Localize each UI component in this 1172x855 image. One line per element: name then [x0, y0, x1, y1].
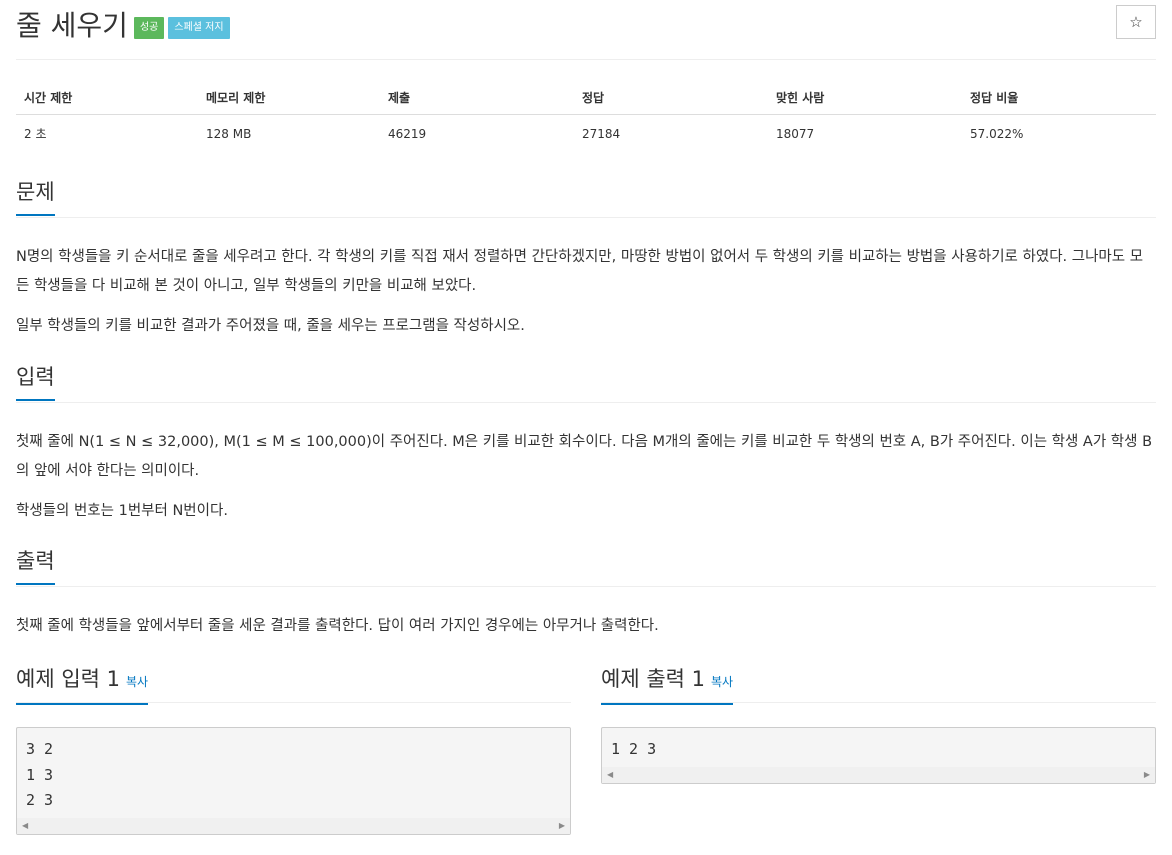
special-judge-badge: 스페셜 저지	[168, 17, 230, 39]
sample-output-heading: 예제 출력 1 복사	[601, 664, 734, 705]
input-paragraph-1: 첫째 줄에 N(1 ≤ N ≤ 32,000), M(1 ≤ M ≤ 100,0…	[16, 434, 1153, 479]
scroll-right-icon[interactable]: ▶	[1144, 770, 1150, 779]
header-accepted: 정답	[574, 78, 768, 115]
success-badge: 성공	[133, 17, 165, 39]
header-accept-ratio: 정답 비율	[962, 78, 1156, 115]
table-row: 2 초 128 MB 46219 27184 18077 57.022%	[16, 115, 1156, 153]
problem-info-table: 시간 제한 메모리 제한 제출 정답 맞힌 사람 정답 비율 2 초 128 M…	[16, 78, 1156, 152]
sample-input-box: 3 2 1 3 2 3 ◀ ▶	[16, 727, 571, 835]
problem-section: 문제 N명의 학생들을 키 순서대로 줄을 세우려고 한다. 각 학생의 키를 …	[16, 176, 1156, 341]
header-time-limit: 시간 제한	[16, 78, 198, 115]
problem-paragraph-2: 일부 학생들의 키를 비교한 결과가 주어졌을 때, 줄을 세우는 프로그램을 …	[16, 318, 525, 334]
sample-output-box: 1 2 3 ◀ ▶	[601, 727, 1156, 784]
output-headline: 출력	[16, 545, 1156, 587]
scroll-left-icon[interactable]: ◀	[607, 770, 613, 779]
scroll-left-icon[interactable]: ◀	[22, 821, 28, 830]
header-solved-users: 맞힌 사람	[768, 78, 962, 115]
sample-output-copy-link[interactable]: 복사	[711, 675, 733, 689]
solved-users-value: 18077	[776, 126, 815, 141]
output-paragraph-1: 첫째 줄에 학생들을 앞에서부터 줄을 세운 결과를 출력한다. 답이 여러 가…	[16, 618, 659, 634]
sample-input-text: 3 2 1 3 2 3	[26, 740, 54, 809]
sample-input-headline: 예제 입력 1 복사	[16, 664, 571, 705]
sample-input-column: 예제 입력 1 복사 3 2 1 3 2 3 ◀ ▶	[16, 664, 571, 835]
input-headline: 입력	[16, 361, 1156, 403]
output-heading: 출력	[16, 547, 55, 585]
sample-output-text: 1 2 3	[611, 740, 657, 758]
problem-headline: 문제	[16, 176, 1156, 218]
input-heading: 입력	[16, 363, 55, 401]
problem-paragraph-1: N명의 학생들을 키 순서대로 줄을 세우려고 한다. 각 학생의 키를 직접 …	[16, 249, 1144, 294]
favorite-star-button[interactable]: ☆	[1116, 5, 1156, 39]
submissions-value: 46219	[388, 126, 427, 141]
accepted-value: 27184	[582, 126, 621, 141]
sample-output-scrollbar[interactable]: ◀ ▶	[602, 766, 1155, 783]
page-title: 줄 세우기	[16, 9, 128, 42]
sample-output-title: 예제 출력 1	[601, 667, 705, 691]
sample-output-headline: 예제 출력 1 복사	[601, 664, 1156, 705]
header-submissions: 제출	[380, 78, 574, 115]
input-section: 입력 첫째 줄에 N(1 ≤ N ≤ 32,000), M(1 ≤ M ≤ 10…	[16, 361, 1156, 526]
sample-output-column: 예제 출력 1 복사 1 2 3 ◀ ▶	[601, 664, 1156, 784]
input-paragraph-2: 학생들의 번호는 1번부터 N번이다.	[16, 503, 228, 519]
problem-heading: 문제	[16, 178, 55, 216]
output-section: 출력 첫째 줄에 학생들을 앞에서부터 줄을 세운 결과를 출력한다. 답이 여…	[16, 545, 1156, 641]
divider	[16, 59, 1156, 60]
memory-limit-value: 128 MB	[206, 126, 252, 141]
accept-ratio-value: 57.022%	[970, 126, 1024, 141]
table-header-row: 시간 제한 메모리 제한 제출 정답 맞힌 사람 정답 비율	[16, 78, 1156, 115]
sample-input-copy-link[interactable]: 복사	[126, 675, 148, 689]
scroll-right-icon[interactable]: ▶	[559, 821, 565, 830]
star-icon: ☆	[1129, 13, 1143, 31]
time-limit-value: 2 초	[24, 127, 47, 141]
sample-input-scrollbar[interactable]: ◀ ▶	[17, 817, 570, 834]
sample-input-title: 예제 입력 1	[16, 667, 120, 691]
header-memory-limit: 메모리 제한	[198, 78, 380, 115]
title-row: 줄 세우기 성공 스페셜 저지	[16, 4, 230, 44]
sample-input-heading: 예제 입력 1 복사	[16, 664, 149, 705]
